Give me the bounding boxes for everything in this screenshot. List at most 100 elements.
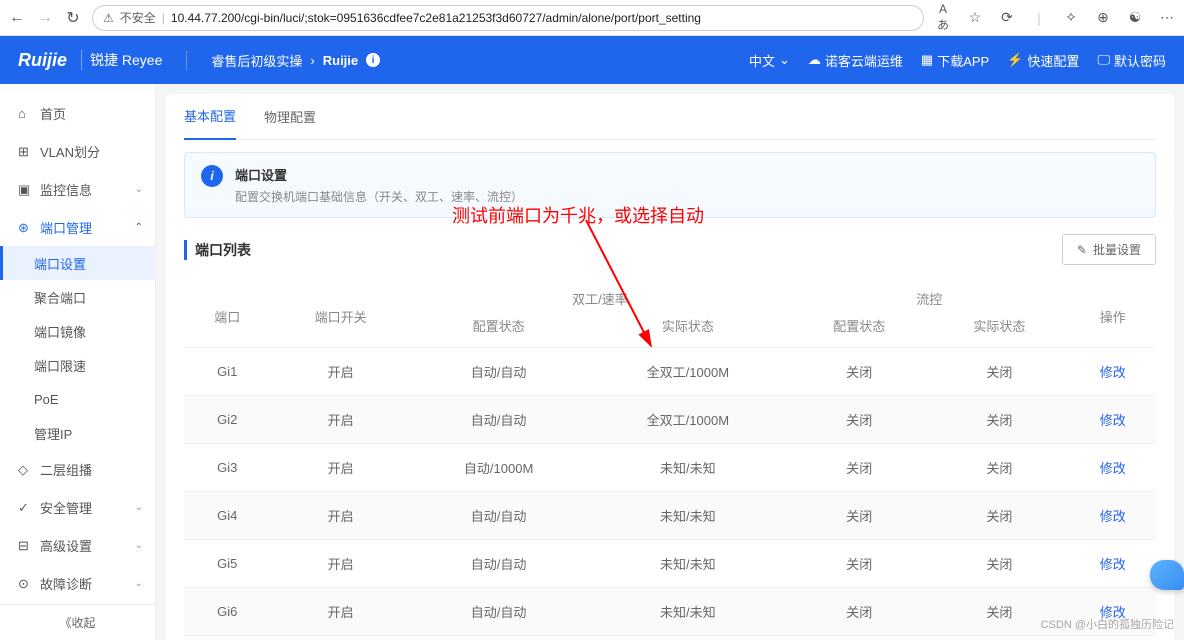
sidebar-item-home[interactable]: ⌂ 首页	[0, 94, 155, 132]
cell-flow-cfg: 关闭	[789, 636, 929, 640]
language-select[interactable]: 中文 ⌄	[749, 51, 790, 70]
cell-flow-actual: 关闭	[929, 348, 1069, 396]
cell-cfg: 自动/自动	[411, 348, 587, 396]
monitor-icon: 🖵	[1097, 52, 1110, 68]
collections-icon[interactable]: ⊕	[1094, 9, 1112, 26]
info-desc: 配置交换机端口基础信息（开关、双工、速率、流控）	[235, 188, 523, 205]
cell-flow-cfg: 关闭	[789, 492, 929, 540]
browser-actions: Aあ ☆ ⟳ | ✧ ⊕ ☯ ⋯	[934, 2, 1176, 33]
logo: Ruijie 锐捷 Reyee	[18, 50, 162, 71]
modify-link[interactable]: 修改	[1100, 461, 1126, 476]
address-bar[interactable]: ⚠ 不安全 | 10.44.77.200/cgi-bin/luci/;stok=…	[92, 5, 924, 31]
url-text: 10.44.77.200/cgi-bin/luci/;stok=0951636c…	[171, 11, 701, 25]
chevron-down-icon: ⌄	[135, 184, 143, 195]
sidebar-sub-rate[interactable]: 端口限速	[0, 348, 155, 382]
sync-icon[interactable]: ⟳	[998, 9, 1016, 26]
breadcrumb-item[interactable]: 睿售后初级实操	[211, 51, 302, 70]
cloud-link[interactable]: ☁诺客云端运维	[808, 51, 903, 70]
th-switch: 端口开关	[271, 277, 411, 348]
cell-flow-actual: 关闭	[929, 540, 1069, 588]
cell-flow-actual: 关闭	[929, 396, 1069, 444]
cell-actual: 未知/未知	[587, 444, 790, 492]
sidebar-item-label: 首页	[40, 104, 66, 123]
th-flow-actual: 实际状态	[929, 312, 1069, 348]
cloud-icon: ☁	[808, 52, 821, 68]
modify-link[interactable]: 修改	[1100, 509, 1126, 524]
sidebar-sub-port-setting[interactable]: 端口设置	[0, 246, 155, 280]
browser-toolbar: ← → ↻ ⚠ 不安全 | 10.44.77.200/cgi-bin/luci/…	[0, 0, 1184, 36]
cell-flow-actual: 关闭	[929, 492, 1069, 540]
table-row: Gi3开启自动/1000M未知/未知关闭关闭修改	[184, 444, 1156, 492]
sidebar-item-advanced[interactable]: ⊟高级设置⌄	[0, 526, 155, 564]
modify-link[interactable]: 修改	[1100, 413, 1126, 428]
back-button[interactable]: ←	[8, 9, 26, 27]
sidebar-item-l2[interactable]: ◇二层组播	[0, 450, 155, 488]
info-icon[interactable]: i	[366, 53, 380, 67]
cell-flow-actual: 关闭	[929, 444, 1069, 492]
cell-flow-actual: 关闭	[929, 636, 1069, 640]
cell-actual: 未知/未知	[587, 492, 790, 540]
sidebar-item-security[interactable]: ✓安全管理⌄	[0, 488, 155, 526]
th-actual: 实际状态	[587, 312, 790, 348]
cell-actual: 未知/未知	[587, 540, 790, 588]
sidebar-item-label: 二层组播	[40, 460, 92, 479]
sidebar-sub-agg[interactable]: 聚合端口	[0, 280, 155, 314]
sidebar-item-monitor[interactable]: ▣ 监控信息 ⌄	[0, 170, 155, 208]
port-icon: ⊛	[18, 220, 32, 234]
breadcrumb-item[interactable]: Ruijie	[323, 53, 358, 68]
th-operation: 操作	[1069, 277, 1156, 348]
reader-mode-icon[interactable]: Aあ	[934, 2, 952, 33]
logo-sub: 锐捷 Reyee	[81, 50, 162, 70]
favorites-icon[interactable]: ✧	[1062, 9, 1080, 26]
sidebar-sub-mirror[interactable]: 端口镜像	[0, 314, 155, 348]
watermark: CSDN @小白的孤独历险记	[1041, 616, 1174, 632]
sidebar-item-label: VLAN划分	[40, 142, 100, 161]
tab-physical[interactable]: 物理配置	[264, 94, 316, 140]
tab-basic[interactable]: 基本配置	[184, 94, 236, 140]
cell-port: Gi1	[184, 348, 271, 396]
forward-button[interactable]: →	[36, 9, 54, 27]
diagnose-icon: ⊙	[18, 576, 32, 590]
default-password-link[interactable]: 🖵默认密码	[1097, 51, 1166, 70]
table-row: Gi4开启自动/自动未知/未知关闭关闭修改	[184, 492, 1156, 540]
refresh-button[interactable]: ↻	[64, 9, 82, 27]
sidebar-sub-mgmtip[interactable]: 管理IP	[0, 416, 155, 450]
chevron-down-icon: ⌄	[135, 540, 143, 551]
assistant-bubble[interactable]	[1150, 560, 1184, 590]
sidebar-sub-poe[interactable]: PoE	[0, 382, 155, 416]
monitor-icon: ▣	[18, 182, 32, 196]
chevron-down-icon: ⌄	[135, 578, 143, 589]
lightning-icon: ⚡	[1007, 52, 1023, 68]
sidebar-item-diagnose[interactable]: ⊙ 故障诊断 ⌄	[0, 564, 155, 602]
cell-cfg: 自动/1000M	[411, 444, 587, 492]
table-row: Gi1开启自动/自动全双工/1000M关闭关闭修改	[184, 348, 1156, 396]
sidebar-item-label: 端口管理	[40, 218, 92, 237]
home-icon: ⌂	[18, 106, 32, 120]
main-content: 基本配置 物理配置 i 端口设置 配置交换机端口基础信息（开关、双工、速率、流控…	[156, 84, 1184, 640]
cell-switch: 开启	[271, 348, 411, 396]
download-app-link[interactable]: ▦下载APP	[921, 51, 989, 70]
quick-config-link[interactable]: ⚡快速配置	[1007, 51, 1079, 70]
sidebar-collapse[interactable]: 《收起	[0, 604, 155, 640]
sidebar-item-label: 监控信息	[40, 180, 92, 199]
sidebar-item-port[interactable]: ⊛端口管理⌃	[0, 208, 155, 246]
profile-icon[interactable]: ☯	[1126, 9, 1144, 26]
cell-flow-cfg: 关闭	[789, 588, 929, 636]
cell-port: Gi5	[184, 540, 271, 588]
star-outline-icon[interactable]: ☆	[966, 9, 984, 26]
port-table: 端口 端口开关 双工/速率 流控 操作 配置状态 实际状态 配置状态 实际状态 …	[184, 277, 1156, 640]
cell-switch: 开启	[271, 588, 411, 636]
cell-actual: 全双工/1000M	[587, 396, 790, 444]
sidebar-item-vlan[interactable]: ⊞VLAN划分	[0, 132, 155, 170]
table-row: Gi6开启自动/自动未知/未知关闭关闭修改	[184, 588, 1156, 636]
batch-set-button[interactable]: ✎批量设置	[1062, 234, 1156, 265]
modify-link[interactable]: 修改	[1100, 557, 1126, 572]
cell-flow-cfg: 关闭	[789, 348, 929, 396]
cell-flow-cfg: 关闭	[789, 540, 929, 588]
tabs: 基本配置 物理配置	[184, 94, 1156, 140]
cell-switch: 开启	[271, 396, 411, 444]
sidebar-item-label: 故障诊断	[40, 574, 92, 593]
modify-link[interactable]: 修改	[1100, 365, 1126, 380]
more-icon[interactable]: ⋯	[1158, 9, 1176, 26]
th-flow-group: 流控	[789, 277, 1069, 312]
